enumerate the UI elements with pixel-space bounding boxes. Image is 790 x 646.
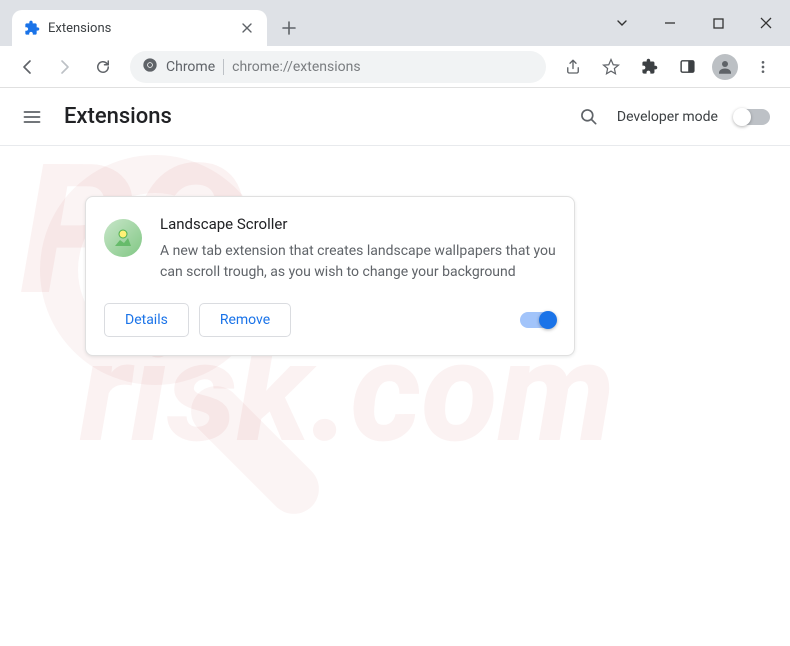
- new-tab-button[interactable]: [275, 14, 303, 42]
- extension-enable-toggle[interactable]: [520, 312, 556, 328]
- puzzle-icon: [24, 20, 40, 36]
- extensions-header: Extensions Developer mode: [0, 88, 790, 146]
- profile-avatar[interactable]: [708, 50, 742, 84]
- omnibox-url: chrome://extensions: [232, 59, 360, 75]
- sidepanel-icon[interactable]: [670, 50, 704, 84]
- reload-button[interactable]: [86, 50, 120, 84]
- forward-button[interactable]: [48, 50, 82, 84]
- omnibox-prefix: Chrome: [166, 59, 215, 75]
- details-button[interactable]: Details: [104, 303, 189, 337]
- minimize-button[interactable]: [646, 3, 694, 43]
- tab-title: Extensions: [48, 21, 231, 36]
- hamburger-menu-icon[interactable]: [20, 105, 44, 129]
- maximize-button[interactable]: [694, 3, 742, 43]
- developer-mode-toggle[interactable]: [734, 109, 770, 125]
- divider: [223, 59, 224, 75]
- remove-button[interactable]: Remove: [199, 303, 291, 337]
- close-window-button[interactable]: [742, 3, 790, 43]
- address-bar[interactable]: Chrome chrome://extensions: [130, 51, 546, 83]
- developer-mode-label: Developer mode: [617, 109, 718, 125]
- extension-description: A new tab extension that creates landsca…: [160, 241, 556, 283]
- chevron-down-icon[interactable]: [598, 3, 646, 43]
- kebab-menu-icon[interactable]: [746, 50, 780, 84]
- extension-card: Landscape Scroller A new tab extension t…: [85, 196, 575, 356]
- browser-tab[interactable]: Extensions: [12, 10, 267, 46]
- window-titlebar: Extensions: [0, 0, 790, 46]
- bookmark-star-icon[interactable]: [594, 50, 628, 84]
- search-icon[interactable]: [577, 105, 601, 129]
- close-icon[interactable]: [239, 20, 255, 36]
- page-title: Extensions: [64, 104, 172, 129]
- extension-name: Landscape Scroller: [160, 215, 556, 233]
- browser-toolbar: Chrome chrome://extensions: [0, 46, 790, 88]
- share-icon[interactable]: [556, 50, 590, 84]
- back-button[interactable]: [10, 50, 44, 84]
- window-controls: [598, 0, 790, 46]
- chrome-logo-icon: [142, 57, 158, 77]
- extension-app-icon: [104, 219, 142, 257]
- extensions-content: Landscape Scroller A new tab extension t…: [0, 146, 790, 406]
- extensions-puzzle-icon[interactable]: [632, 50, 666, 84]
